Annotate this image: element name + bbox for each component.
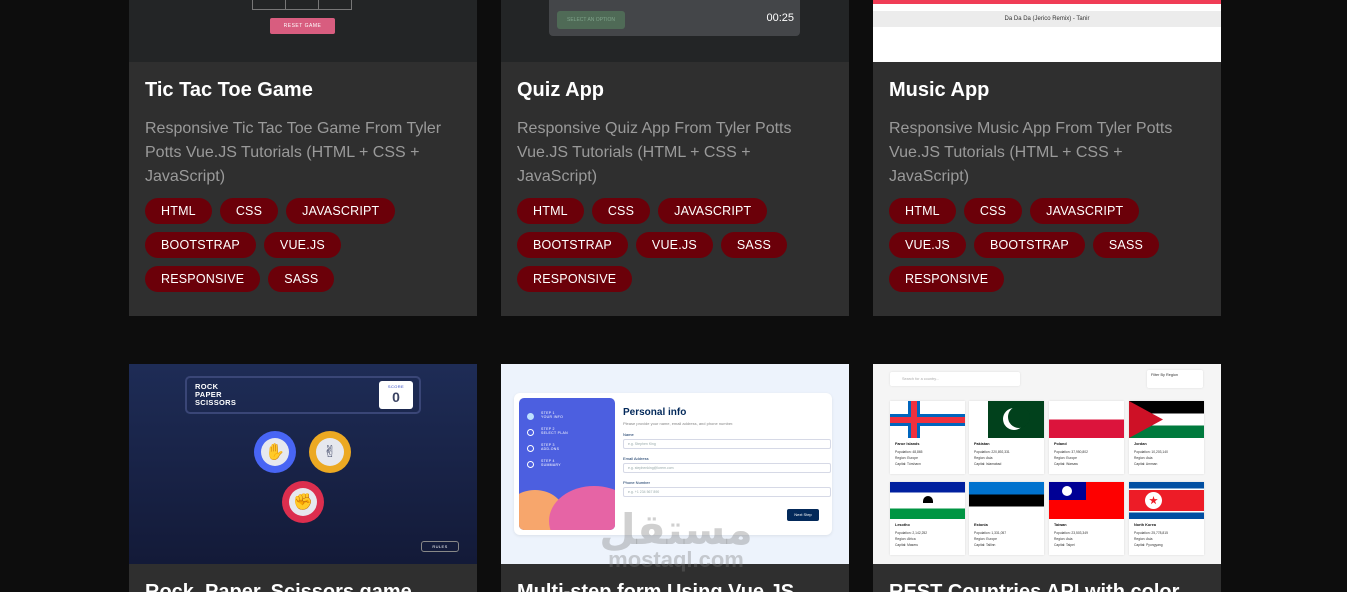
quiz-timer: 00:25	[766, 12, 794, 24]
tag: HTML	[517, 198, 584, 224]
tag: BOOTSTRAP	[145, 232, 256, 258]
mostaql-watermark: مستقل mostaql.com	[599, 506, 753, 572]
tag: CSS	[591, 198, 651, 224]
email-field: e.g. stephenking@lorem.com	[623, 463, 831, 473]
tag: RESPONSIVE	[889, 266, 1005, 292]
step-indicator	[527, 445, 534, 452]
tag: SASS	[268, 266, 335, 292]
project-description: Responsive Quiz App From Tyler Potts Vue…	[517, 120, 792, 185]
tag: HTML	[889, 198, 956, 224]
hand-paper-icon: ✋	[261, 438, 289, 466]
reset-game-button: RESET GAME	[270, 18, 335, 34]
country-card: Faroe Islands Population: 48,865 Region: …	[890, 401, 965, 474]
country-card: Poland Population: 37,950,802 Region: Eur…	[1049, 401, 1124, 474]
tag: HTML	[145, 198, 212, 224]
flag-lesotho	[890, 482, 965, 519]
project-title[interactable]: Multi-step form Using Vue.JS	[517, 580, 833, 592]
country-card: North Korea Population: 25,778,815 Region…	[1129, 482, 1204, 555]
quiz-option: SELECT AN OPTION	[557, 11, 625, 29]
name-field: e.g. Stephen King	[623, 439, 831, 449]
project-title[interactable]: Rock, Paper, Scissors game	[145, 580, 461, 592]
project-title[interactable]: REST Countries API with color	[889, 580, 1205, 592]
tag: SASS	[720, 232, 788, 258]
project-preview[interactable]: RESET GAME	[129, 0, 477, 62]
tag: RESPONSIVE	[145, 266, 261, 292]
paper-chip: ✋	[254, 431, 296, 473]
tag: VUE.JS	[889, 232, 966, 258]
region-filter: Filter By Region	[1147, 370, 1203, 388]
tag: JAVASCRIPT	[286, 198, 396, 224]
country-card: Taiwan Population: 23,503,349 Region: Asi…	[1049, 482, 1124, 555]
rules-button: RULES	[421, 541, 459, 552]
project-card-rest-countries[interactable]: Search for a country... Filter By Region…	[873, 364, 1221, 592]
music-progress-bar	[873, 0, 1221, 4]
tag: RESPONSIVE	[517, 266, 633, 292]
tag: CSS	[219, 198, 279, 224]
flag-taiwan	[1049, 482, 1124, 519]
form-heading: Personal info	[623, 407, 687, 418]
next-step-button: Next Step	[787, 509, 819, 521]
project-card-music-app[interactable]: Da Da Da (Jerico Remix) - Tanir Music Ap…	[873, 0, 1221, 316]
project-preview[interactable]: ROCK PAPER SCISSORS SCORE 0 ✋ ✌ ✊ RULES	[129, 364, 477, 564]
project-preview[interactable]: Search for a country... Filter By Region…	[873, 364, 1221, 564]
step-indicator	[527, 429, 534, 436]
tag-list: HTML CSS JAVASCRIPT BOOTSTRAP VUE.JS SAS…	[517, 198, 833, 292]
project-description: Responsive Music App From Tyler Potts Vu…	[889, 120, 1173, 185]
tag: BOOTSTRAP	[517, 232, 628, 258]
tag: SASS	[1092, 232, 1160, 258]
now-playing-label: Da Da Da (Jerico Remix) - Tanir	[873, 11, 1221, 27]
rock-chip: ✊	[282, 481, 324, 523]
flag-poland	[1049, 401, 1124, 438]
tag-list: HTML CSS JAVASCRIPT BOOTSTRAP VUE.JS RES…	[145, 198, 461, 292]
country-search-input: Search for a country...	[890, 372, 1020, 386]
scissors-chip: ✌	[309, 431, 351, 473]
scissors-icon: ✌	[316, 438, 344, 466]
flag-pakistan	[969, 401, 1044, 438]
tag: VUE.JS	[635, 232, 713, 258]
phone-field: e.g. +1 234 567 890	[623, 487, 831, 497]
project-preview[interactable]: SELECT AN OPTION 00:25	[501, 0, 849, 62]
rps-header: ROCK PAPER SCISSORS SCORE 0	[185, 376, 421, 414]
tag-list: HTML CSS JAVASCRIPT VUE.JS BOOTSTRAP SAS…	[889, 198, 1205, 292]
score-box: SCORE 0	[379, 381, 413, 409]
flag-north-korea	[1129, 482, 1204, 519]
step-indicator	[527, 413, 534, 420]
project-title[interactable]: Music App	[889, 78, 1205, 102]
tic-tac-toe-board	[252, 0, 352, 10]
form-subheading: Please provide your name, email address,…	[623, 421, 734, 426]
flag-jordan	[1129, 401, 1204, 438]
country-card: Jordan Population: 10,203,140 Region: Asi…	[1129, 401, 1204, 474]
project-card-tic-tac-toe[interactable]: RESET GAME Tic Tac Toe Game Responsive T…	[129, 0, 477, 316]
step-indicator	[527, 461, 534, 468]
flag-estonia	[969, 482, 1044, 519]
country-card: Lesotho Population: 2,142,252 Region: Afr…	[890, 482, 965, 555]
country-card: Estonia Population: 1,331,057 Region: Eur…	[969, 482, 1044, 555]
tag: JAVASCRIPT	[1030, 198, 1140, 224]
project-preview[interactable]: Da Da Da (Jerico Remix) - Tanir	[873, 0, 1221, 62]
tag: JAVASCRIPT	[658, 198, 768, 224]
project-description: Responsive Tic Tac Toe Game From Tyler P…	[145, 120, 442, 185]
project-title[interactable]: Tic Tac Toe Game	[145, 78, 461, 102]
project-card-rock-paper-scissors[interactable]: ROCK PAPER SCISSORS SCORE 0 ✋ ✌ ✊ RULES …	[129, 364, 477, 592]
tag: VUE.JS	[263, 232, 341, 258]
project-title[interactable]: Quiz App	[517, 78, 833, 102]
project-card-quiz-app[interactable]: SELECT AN OPTION 00:25 Quiz App Responsi…	[501, 0, 849, 316]
tag: BOOTSTRAP	[973, 232, 1085, 258]
tag: CSS	[963, 198, 1023, 224]
country-card: Pakistan Population: 220,892,331 Region: …	[969, 401, 1044, 474]
rock-icon: ✊	[289, 488, 317, 516]
quiz-panel: SELECT AN OPTION 00:25	[549, 0, 800, 36]
flag-faroe-islands	[890, 401, 965, 438]
